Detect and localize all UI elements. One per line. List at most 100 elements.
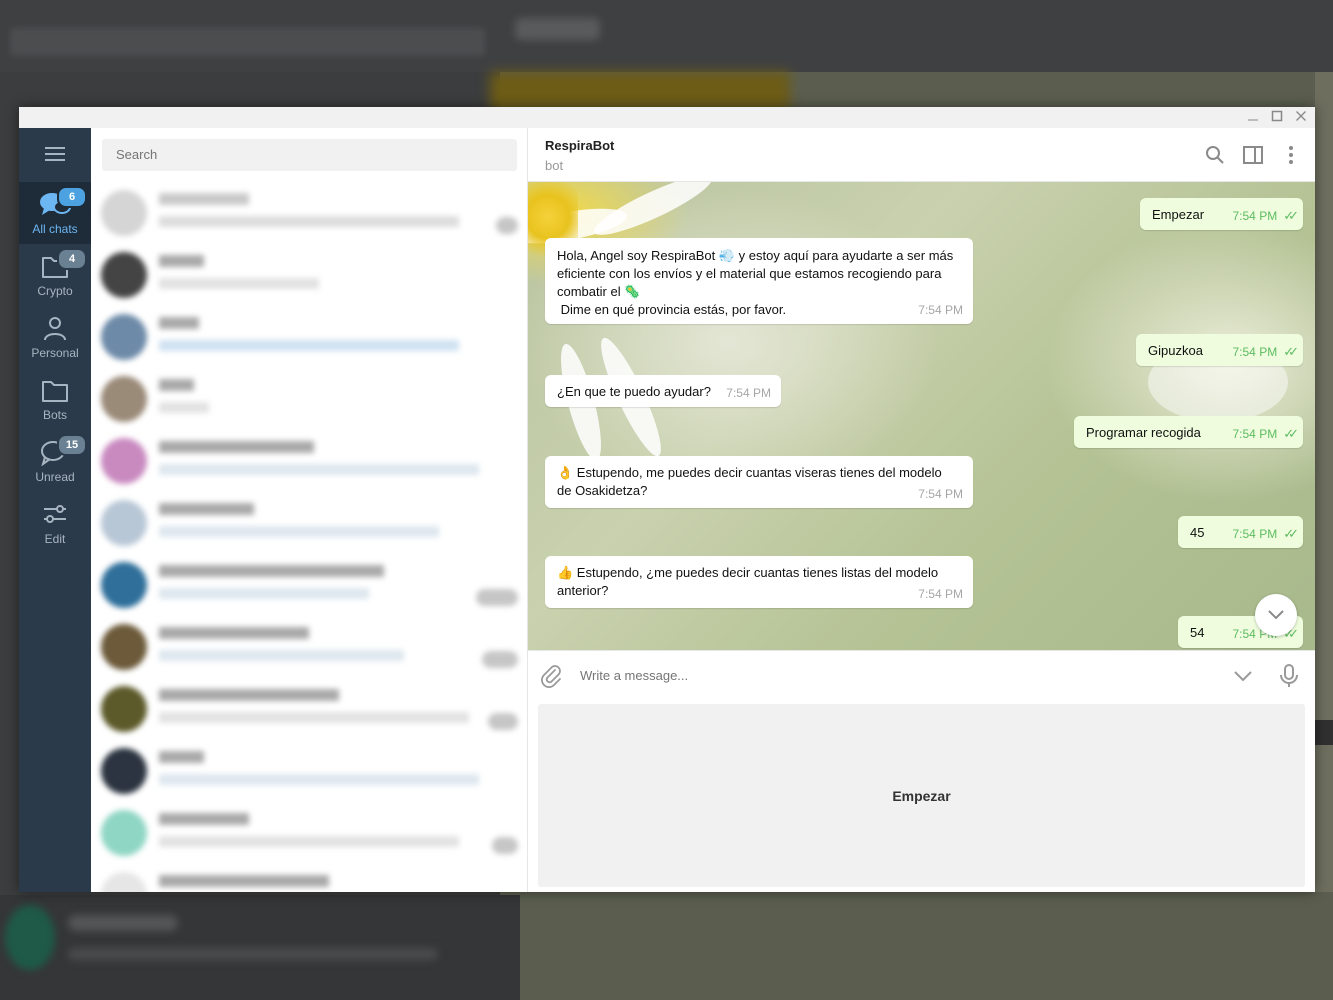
message-text: Programar recogida <box>1086 425 1201 440</box>
list-item[interactable] <box>91 553 527 615</box>
double-check-icon: ✓✓ <box>1283 344 1299 359</box>
chat-name-blurred <box>159 751 204 763</box>
search-icon[interactable] <box>1204 144 1226 166</box>
folder-edit[interactable]: Edit <box>19 492 91 554</box>
list-item[interactable] <box>91 429 527 491</box>
message-line: 👍 Estupendo, ¿me puedes decir cuantas ti… <box>557 565 939 580</box>
message-text: 45 <box>1190 525 1205 540</box>
chat-preview-blurred <box>159 836 459 847</box>
bot-keyboard-button[interactable]: Empezar <box>538 704 1305 887</box>
unread-badge: 6 <box>57 186 87 208</box>
attach-icon[interactable] <box>538 663 564 689</box>
message-incoming[interactable]: 👌 Estupendo, me puedes decir cuantas vis… <box>545 456 973 508</box>
message-outgoing[interactable]: Empezar 7:54 PM ✓✓ <box>1140 198 1303 230</box>
more-options-icon[interactable] <box>1280 144 1302 166</box>
list-item[interactable] <box>91 367 527 429</box>
menu-icon[interactable] <box>19 128 91 180</box>
avatar <box>101 376 147 422</box>
double-check-icon: ✓✓ <box>1283 526 1299 541</box>
message-outgoing[interactable]: Gipuzkoa 7:54 PM ✓✓ <box>1136 334 1303 366</box>
unread-badge: 4 <box>57 248 87 270</box>
message-time: 7:54 PM <box>918 303 963 317</box>
telegram-window: 6 All chats 4 Crypto Personal Bots 15 Un… <box>19 107 1315 892</box>
list-item[interactable] <box>91 863 527 892</box>
close-icon[interactable] <box>1290 109 1312 126</box>
message-time: 7:54 PM <box>726 386 771 400</box>
avatar <box>101 624 147 670</box>
chat-list-blurred <box>91 181 527 892</box>
background-right-strip <box>1315 72 1333 892</box>
folder-personal[interactable]: Personal <box>19 306 91 368</box>
folder-icon <box>42 381 68 402</box>
chat-name-blurred <box>159 813 249 825</box>
count-pill <box>496 217 518 234</box>
maximize-icon[interactable] <box>1266 109 1288 126</box>
chat-name-blurred <box>159 565 384 577</box>
conversation-header: RespiraBot bot <box>528 128 1315 182</box>
chat-preview-blurred <box>159 464 479 475</box>
avatar <box>101 810 147 856</box>
list-item[interactable] <box>91 491 527 553</box>
list-item[interactable] <box>91 801 527 863</box>
message-time: 7:54 PM <box>918 487 963 501</box>
background-avatar <box>5 905 55 970</box>
chat-name-blurred <box>159 503 254 515</box>
minimize-icon[interactable] <box>1242 109 1264 126</box>
folder-label: All chats <box>32 222 78 236</box>
message-time: 7:54 PM <box>1232 209 1278 223</box>
list-item[interactable] <box>91 243 527 305</box>
message-incoming[interactable]: Hola, Angel soy RespiraBot 💨 y estoy aqu… <box>545 238 973 324</box>
message-meta: 7:54 PM ✓✓ <box>1233 343 1299 361</box>
avatar <box>101 872 147 892</box>
message-time: 7:54 PM <box>1232 427 1278 441</box>
chat-name-blurred <box>159 875 329 887</box>
message-line: combatir el 🦠 <box>557 284 641 299</box>
messages-area[interactable]: Empezar 7:54 PM ✓✓ Hola, Angel soy Respir… <box>528 182 1315 650</box>
message-outgoing[interactable]: Programar recogida 7:54 PM ✓✓ <box>1074 416 1303 448</box>
list-item[interactable] <box>91 615 527 677</box>
avatar <box>101 562 147 608</box>
chat-preview-blurred <box>159 402 209 413</box>
list-item[interactable] <box>91 739 527 801</box>
scroll-down-button[interactable] <box>1255 594 1297 636</box>
chat-preview-blurred <box>159 340 459 351</box>
double-check-icon: ✓✓ <box>1283 208 1299 223</box>
chat-name-blurred <box>159 193 249 205</box>
message-line: anterior? <box>557 583 609 598</box>
message-incoming[interactable]: ¿En que te puedo ayudar? 7:54 PM <box>545 375 781 407</box>
message-line: eficiente con los envíos y el material q… <box>557 266 942 281</box>
bot-keyboard-toggle-icon[interactable] <box>1230 663 1256 689</box>
message-incoming[interactable]: 👍 Estupendo, ¿me puedes decir cuantas ti… <box>545 556 973 608</box>
chat-preview-blurred <box>159 712 469 723</box>
message-text: 54 <box>1190 625 1205 640</box>
background-title <box>515 18 600 40</box>
list-item[interactable] <box>91 677 527 739</box>
message-time: 7:54 PM <box>1232 527 1278 541</box>
message-text: Gipuzkoa <box>1148 343 1203 358</box>
message-text: Empezar <box>1152 207 1205 222</box>
search-input[interactable] <box>102 139 517 171</box>
avatar <box>101 190 147 236</box>
list-item[interactable] <box>91 181 527 243</box>
folder-all-chats[interactable]: 6 All chats <box>19 182 91 244</box>
chat-name-blurred <box>159 379 194 391</box>
message-time: 7:54 PM <box>918 587 963 601</box>
folder-label: Unread <box>35 470 75 484</box>
message-input[interactable] <box>580 663 1180 689</box>
list-item[interactable] <box>91 305 527 367</box>
avatar <box>101 748 147 794</box>
chevron-down-icon <box>1268 610 1284 620</box>
chat-title[interactable]: RespiraBot <box>545 138 614 153</box>
message-line: 👌 Estupendo, me puedes decir cuantas vis… <box>557 465 942 480</box>
message-line: Dime en qué provincia estás, por favor. <box>557 302 787 317</box>
count-pill <box>482 651 518 668</box>
title-bar <box>19 107 1315 128</box>
person-icon <box>44 317 66 341</box>
folder-bots[interactable]: Bots <box>19 368 91 430</box>
message-outgoing[interactable]: 45 7:54 PM ✓✓ <box>1178 516 1303 548</box>
chat-name-blurred <box>159 255 204 267</box>
folder-unread[interactable]: 15 Unread <box>19 430 91 492</box>
sidebar-toggle-icon[interactable] <box>1242 144 1264 166</box>
microphone-icon[interactable] <box>1276 662 1302 690</box>
folder-crypto[interactable]: 4 Crypto <box>19 244 91 306</box>
